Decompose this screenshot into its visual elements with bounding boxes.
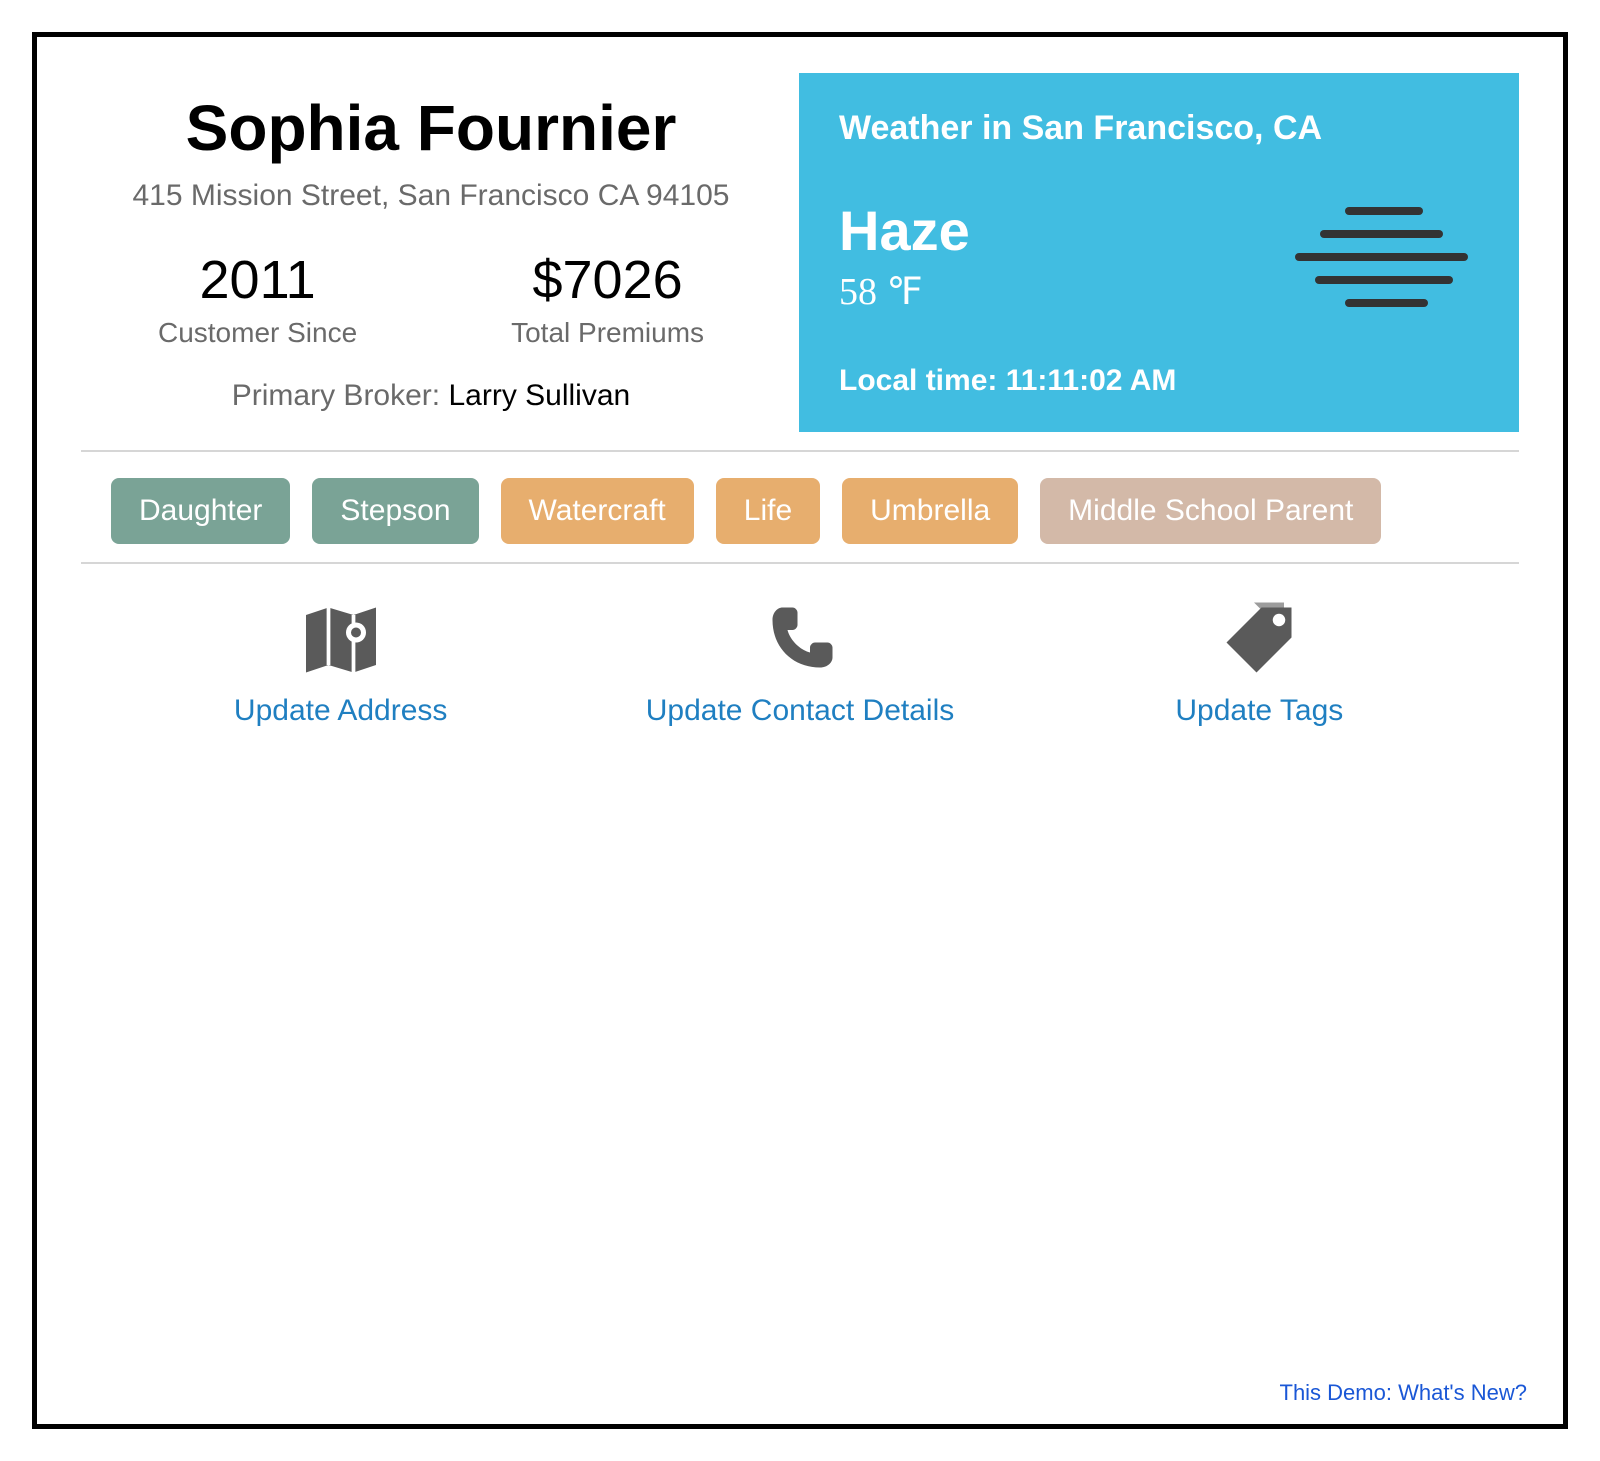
customer-summary: Sophia Fournier 415 Mission Street, San …	[81, 73, 781, 432]
weather-panel: Weather in San Francisco, CA Haze 58 ℉ L…	[799, 73, 1519, 432]
phone-icon	[760, 600, 840, 680]
tag-middle-school-parent[interactable]: Middle School Parent	[1040, 478, 1381, 544]
customer-name: Sophia Fournier	[81, 91, 781, 165]
broker-label: Primary Broker:	[232, 379, 449, 412]
map-icon	[301, 600, 381, 680]
stats-row: 2011 Customer Since $7026 Total Premiums	[81, 249, 781, 349]
primary-broker: Primary Broker: Larry Sullivan	[81, 379, 781, 413]
stat-label: Total Premiums	[511, 317, 704, 349]
stat-label: Customer Since	[158, 317, 357, 349]
tag-stepson[interactable]: Stepson	[312, 478, 478, 544]
action-label: Update Contact Details	[646, 694, 955, 728]
weather-mid: Haze 58 ℉	[839, 196, 1479, 316]
broker-name: Larry Sullivan	[448, 379, 630, 412]
action-label: Update Tags	[1175, 694, 1343, 728]
customer-address: 415 Mission Street, San Francisco CA 941…	[81, 179, 781, 213]
update-address-button[interactable]: Update Address	[181, 600, 501, 728]
customer-card: Sophia Fournier 415 Mission Street, San …	[32, 32, 1568, 1429]
haze-icon	[1279, 196, 1479, 316]
weather-temp: 58 ℉	[839, 269, 970, 314]
update-tags-button[interactable]: Update Tags	[1099, 600, 1419, 728]
divider	[81, 562, 1519, 564]
tag-life[interactable]: Life	[716, 478, 820, 544]
stat-value: 2011	[158, 249, 357, 311]
stat-customer-since: 2011 Customer Since	[158, 249, 357, 349]
stat-value: $7026	[511, 249, 704, 311]
tag-daughter[interactable]: Daughter	[111, 478, 290, 544]
action-label: Update Address	[234, 694, 447, 728]
weather-title: Weather in San Francisco, CA	[839, 109, 1479, 148]
stat-total-premiums: $7026 Total Premiums	[511, 249, 704, 349]
actions-row: Update Address Update Contact Details Up…	[81, 600, 1519, 728]
tag-umbrella[interactable]: Umbrella	[842, 478, 1018, 544]
tag-icon	[1219, 600, 1299, 680]
tags-row: Daughter Stepson Watercraft Life Umbrell…	[81, 478, 1519, 544]
top-row: Sophia Fournier 415 Mission Street, San …	[81, 73, 1519, 432]
divider	[81, 450, 1519, 452]
weather-local-time: Local time: 11:11:02 AM	[839, 364, 1479, 398]
whats-new-link[interactable]: This Demo: What's New?	[1280, 1380, 1528, 1406]
weather-condition: Haze	[839, 198, 970, 263]
weather-text: Haze 58 ℉	[839, 198, 970, 314]
update-contact-button[interactable]: Update Contact Details	[640, 600, 960, 728]
tag-watercraft[interactable]: Watercraft	[501, 478, 694, 544]
